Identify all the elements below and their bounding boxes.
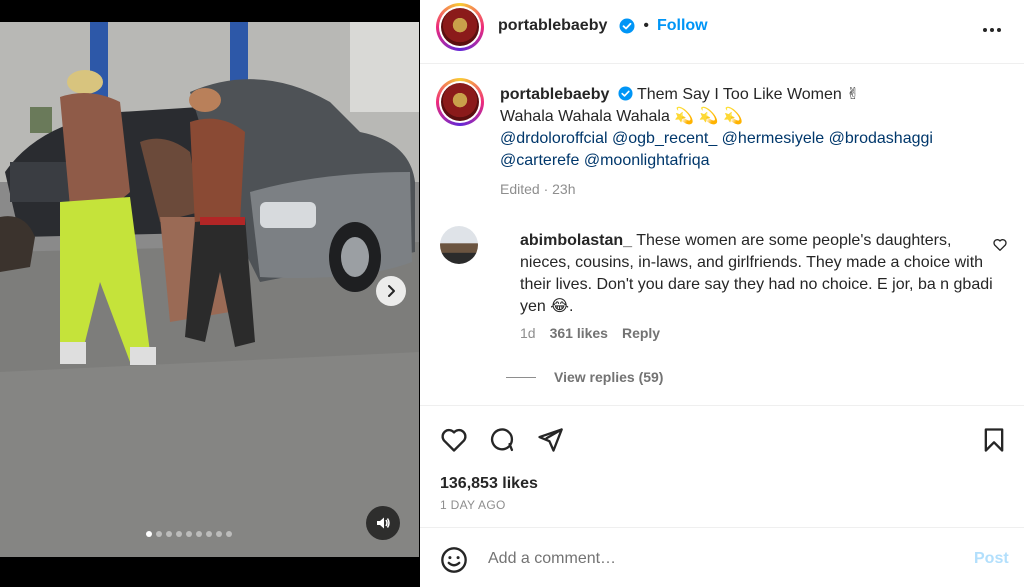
carousel-dot	[166, 531, 172, 537]
emoji-smile-icon[interactable]	[440, 546, 468, 574]
follow-button[interactable]: Follow	[657, 17, 708, 35]
comment-body: abimbolastan_ These women are some peopl…	[520, 230, 1000, 318]
share-send-icon[interactable]	[536, 426, 564, 454]
carousel-dot	[186, 531, 192, 537]
separator-dot: •	[643, 17, 649, 34]
save-bookmark-icon[interactable]	[980, 426, 1008, 454]
speaker-icon	[377, 517, 390, 529]
comment-bubble-icon[interactable]	[488, 426, 516, 454]
next-slide-button[interactable]	[376, 276, 406, 306]
comment-meta: 1d 361 likes Reply	[520, 325, 660, 341]
mention-link[interactable]: @brodashaggi	[829, 130, 933, 147]
carousel-dot	[176, 531, 182, 537]
mention-link[interactable]: @carterefe	[500, 152, 579, 169]
comment-username[interactable]: abimbolastan_	[520, 232, 632, 249]
header-username[interactable]: portablebaeby	[498, 17, 607, 35]
action-bar	[420, 405, 1024, 475]
verified-badge-icon	[618, 86, 633, 101]
more-horizontal-icon[interactable]	[980, 18, 1004, 42]
add-comment-bar: Post	[420, 527, 1024, 587]
caption-line-1: Them Say I Too Like Women ✌	[636, 86, 860, 103]
video-frame[interactable]	[0, 22, 419, 557]
carousel-dot	[216, 531, 222, 537]
commenter-avatar[interactable]	[440, 226, 478, 264]
view-replies-label: View replies (59)	[554, 369, 664, 385]
post-comment-button[interactable]: Post	[974, 550, 1009, 568]
carousel-indicator	[146, 531, 232, 537]
view-replies-button[interactable]: View replies (59)	[506, 369, 663, 385]
media-letterbox-top	[0, 0, 419, 22]
carousel-dot	[156, 531, 162, 537]
reply-button[interactable]: Reply	[622, 325, 660, 341]
likes-count[interactable]: 136,853 likes	[440, 475, 538, 493]
carousel-dot	[146, 531, 152, 537]
post-date: 1 DAY AGO	[440, 498, 506, 512]
mention-link[interactable]: @hermesiyele	[722, 130, 825, 147]
post-header: portablebaeby • Follow	[420, 0, 1024, 64]
post-media[interactable]	[0, 0, 419, 587]
carousel-dot	[206, 531, 212, 537]
post-detail-panel: portablebaeby • Follow portablebaeby The…	[420, 0, 1024, 587]
caption-line-2: Wahala Wahala Wahala 💫 💫 💫	[500, 108, 743, 125]
like-heart-icon[interactable]	[440, 426, 468, 454]
comment-age: 1d	[520, 325, 536, 341]
comment-like-icon[interactable]	[992, 237, 1008, 253]
caption-username[interactable]: portablebaeby	[500, 86, 609, 103]
replies-divider	[506, 376, 536, 378]
mention-link[interactable]: @ogb_recent_	[612, 130, 717, 147]
media-letterbox-bottom	[0, 557, 419, 587]
mention-link[interactable]: @drdoloroffcial	[500, 130, 608, 147]
mute-toggle-button[interactable]	[366, 506, 400, 540]
carousel-dot	[196, 531, 202, 537]
post-viewer: portablebaeby • Follow portablebaeby The…	[0, 0, 1024, 587]
comment-input[interactable]	[488, 546, 948, 572]
carousel-dot	[226, 531, 232, 537]
caption: portablebaeby Them Say I Too Like Women …	[500, 84, 1000, 200]
mention-link[interactable]: @moonlightafriqa	[584, 152, 710, 169]
caption-author-avatar[interactable]	[436, 78, 484, 126]
caption-mentions-2: @carterefe @moonlightafriqa	[500, 150, 1000, 172]
caption-edited: Edited · 23h	[500, 181, 576, 197]
caption-mentions-1: @drdoloroffcial @ogb_recent_ @hermesiyel…	[500, 128, 1000, 150]
verified-badge-icon	[619, 18, 635, 34]
chevron-right-icon	[388, 285, 395, 297]
comment-likes[interactable]: 361 likes	[550, 325, 608, 341]
author-avatar[interactable]	[436, 3, 484, 51]
